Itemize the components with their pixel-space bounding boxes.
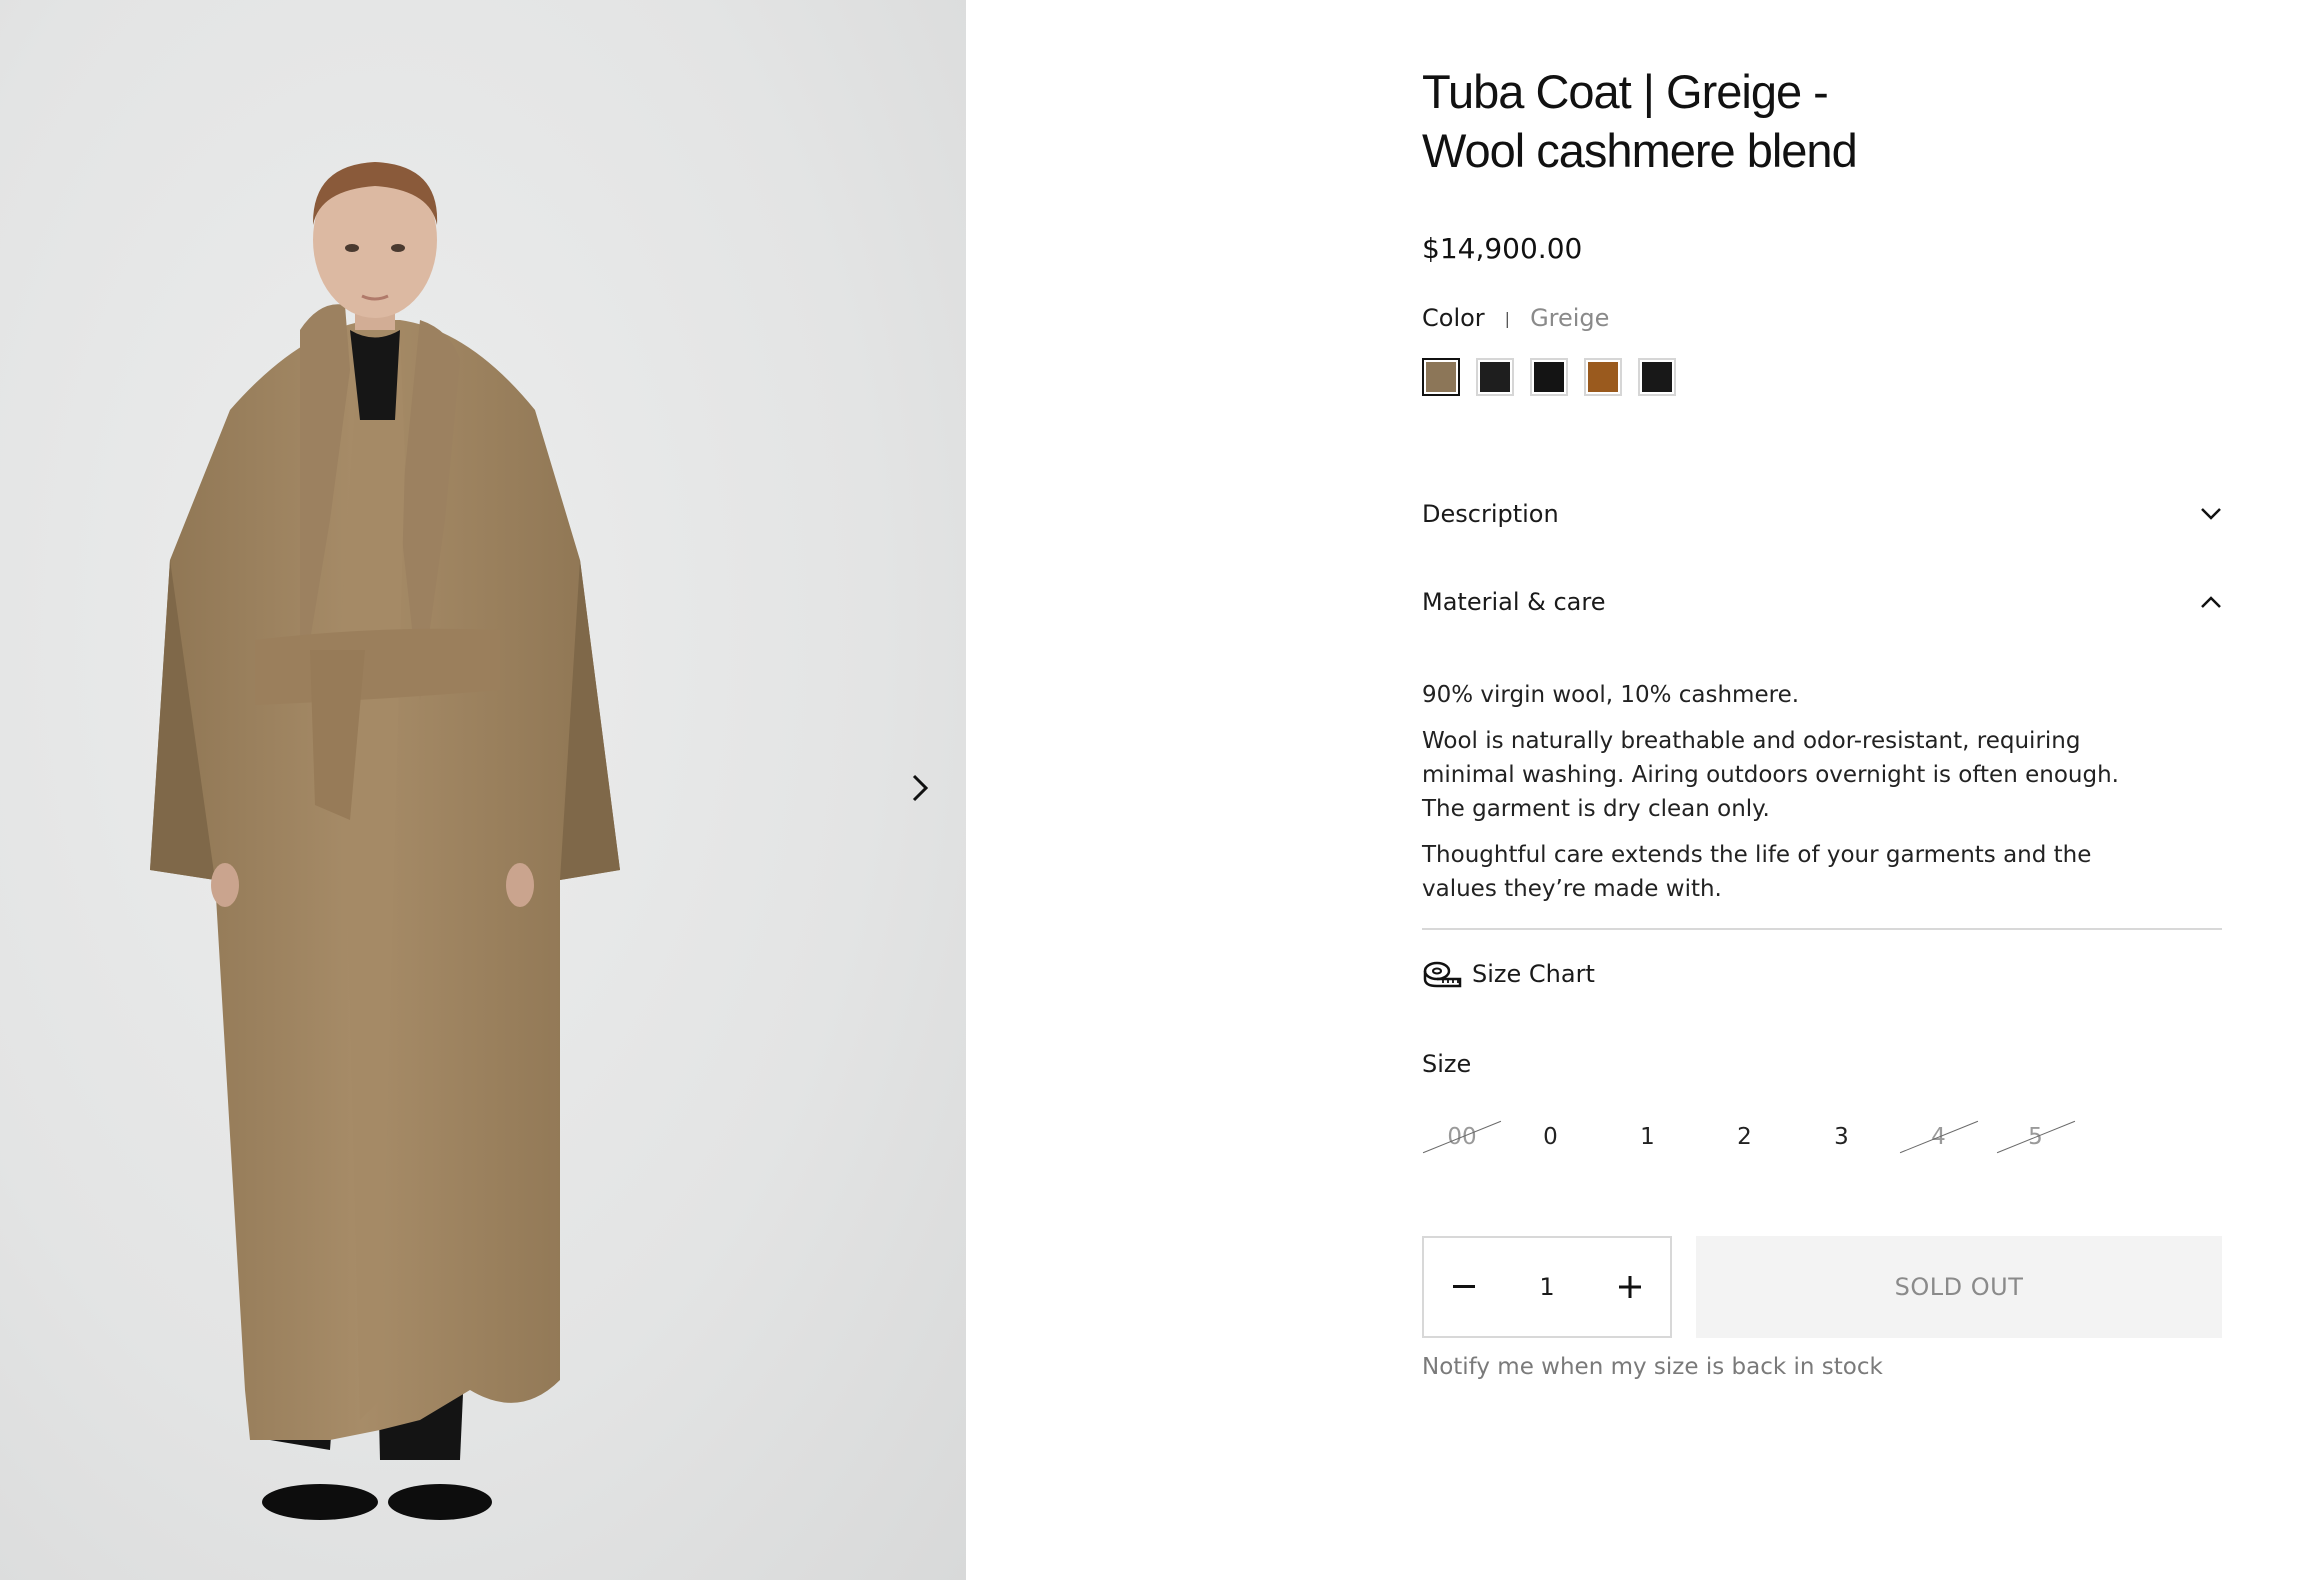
material-care-content: 90% virgin wool, 10% cashmere. Wool is n… bbox=[1422, 678, 2142, 918]
size-option-4[interactable]: 4 bbox=[1890, 1112, 1987, 1162]
description-label: Description bbox=[1422, 500, 1559, 528]
color-swatch-5[interactable] bbox=[1638, 358, 1676, 396]
product-price: $14,900.00 bbox=[1422, 232, 1583, 265]
product-title-line1: Tuba Coat | Greige - bbox=[1422, 65, 1829, 118]
color-separator: | bbox=[1504, 308, 1511, 328]
sold-out-button[interactable]: SOLD OUT bbox=[1696, 1236, 2222, 1338]
size-chart-label: Size Chart bbox=[1472, 960, 1595, 988]
chevron-up-icon bbox=[2201, 596, 2221, 608]
product-title: Tuba Coat | Greige - Wool cashmere blend bbox=[1422, 62, 2122, 180]
chevron-right-icon bbox=[912, 774, 929, 802]
color-selector-label: Color | Greige bbox=[1422, 304, 1609, 332]
quantity-value[interactable]: 1 bbox=[1539, 1273, 1554, 1301]
material-care-accordion-toggle[interactable]: Material & care bbox=[1422, 582, 2222, 622]
plus-icon bbox=[1619, 1276, 1641, 1298]
size-option-1[interactable]: 1 bbox=[1599, 1112, 1696, 1162]
minus-icon bbox=[1453, 1285, 1475, 1288]
color-swatch-greige[interactable] bbox=[1422, 358, 1460, 396]
measuring-tape-icon bbox=[1423, 961, 1462, 988]
increase-quantity-button[interactable] bbox=[1590, 1238, 1670, 1336]
size-options: 00 0 1 2 3 4 5 bbox=[1422, 1112, 2084, 1162]
size-option-2[interactable]: 2 bbox=[1696, 1112, 1793, 1162]
material-composition: 90% virgin wool, 10% cashmere. bbox=[1422, 682, 1800, 708]
quantity-stepper: 1 bbox=[1422, 1236, 1672, 1338]
product-image bbox=[150, 162, 620, 1520]
size-option-5[interactable]: 5 bbox=[1987, 1112, 2084, 1162]
size-option-0[interactable]: 0 bbox=[1502, 1112, 1599, 1162]
decrease-quantity-button[interactable] bbox=[1424, 1238, 1504, 1336]
size-chart-link[interactable]: Size Chart bbox=[1422, 960, 1595, 988]
color-label: Color bbox=[1422, 304, 1485, 332]
description-accordion-toggle[interactable]: Description bbox=[1422, 494, 2222, 534]
color-swatch-3[interactable] bbox=[1530, 358, 1568, 396]
size-label: Size bbox=[1422, 1050, 1472, 1078]
product-gallery bbox=[0, 0, 966, 1580]
color-swatch-2[interactable] bbox=[1476, 358, 1514, 396]
material-care-text: Wool is naturally breathable and odor-re… bbox=[1422, 728, 2119, 822]
material-values-text: Thoughtful care extends the life of your… bbox=[1422, 842, 2092, 902]
product-title-line2: Wool cashmere blend bbox=[1422, 124, 1858, 177]
divider bbox=[1422, 928, 2222, 930]
chevron-down-icon bbox=[2201, 508, 2221, 520]
next-image-button[interactable] bbox=[900, 768, 940, 808]
color-swatches bbox=[1422, 358, 1676, 396]
selected-color-name: Greige bbox=[1530, 304, 1610, 332]
size-option-3[interactable]: 3 bbox=[1793, 1112, 1890, 1162]
color-swatch-4[interactable] bbox=[1584, 358, 1622, 396]
size-option-00[interactable]: 00 bbox=[1422, 1112, 1502, 1162]
notify-me-link[interactable]: Notify me when my size is back in stock bbox=[1422, 1354, 1883, 1380]
material-care-label: Material & care bbox=[1422, 588, 1606, 616]
